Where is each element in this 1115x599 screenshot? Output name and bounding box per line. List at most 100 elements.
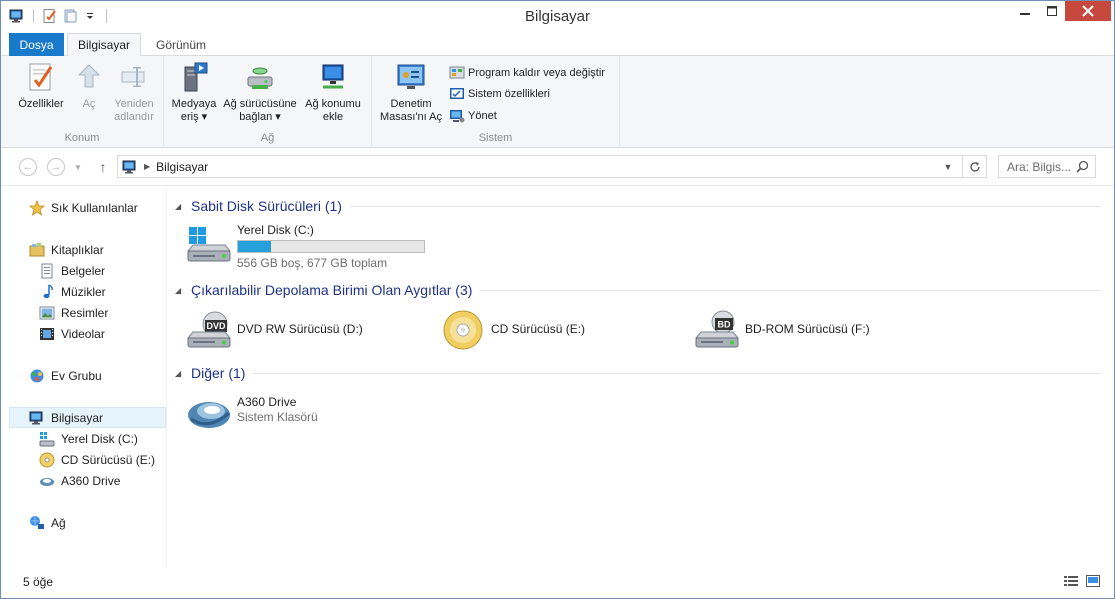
open-control-panel-button[interactable]: Denetim Masası'nı Aç — [376, 60, 446, 124]
up-arrow-icon: ↑ — [99, 159, 107, 175]
manage-button[interactable]: Yönet — [449, 108, 497, 124]
collapse-arrow-icon[interactable]: ◢ — [175, 286, 185, 295]
breadcrumb[interactable]: Bilgisayar — [156, 160, 208, 174]
minimize-button[interactable] — [1011, 1, 1039, 21]
navigation-pane: Sık Kullanılanlar Kitaplıklar Belgeler M… — [1, 187, 167, 568]
star-icon — [29, 199, 45, 216]
network-drive-icon — [244, 60, 276, 94]
search-placeholder: Ara: Bilgis... — [1007, 159, 1072, 174]
group-label-location: Konum — [64, 132, 100, 144]
nav-label: Bilgisayar — [51, 410, 104, 425]
group-header-hard-disks[interactable]: ◢ Sabit Disk Sürücüleri (1) — [175, 195, 1101, 217]
properties-button[interactable]: Özellikler — [13, 60, 69, 111]
system-properties-icon — [449, 86, 465, 102]
address-history-dropdown[interactable]: ▼ — [940, 156, 956, 177]
nav-label: CD Sürücüsü (E:) — [61, 452, 156, 467]
forward-arrow-icon: → — [47, 158, 65, 176]
local-disk-icon — [39, 431, 55, 447]
nav-item-documents[interactable]: Belgeler — [39, 260, 105, 281]
rename-label-line1: Yeniden — [114, 98, 154, 110]
recent-locations-button[interactable]: ▼ — [71, 157, 85, 177]
collapse-arrow-icon[interactable]: ◢ — [175, 369, 185, 378]
open-label: Aç — [82, 98, 96, 110]
collapse-arrow-icon[interactable]: ◢ — [175, 202, 185, 211]
drive-item-local-disk[interactable]: Yerel Disk (C:) 556 GB boş, 677 GB topla… — [185, 223, 425, 271]
nav-label: Videolar — [61, 326, 105, 341]
system-properties-button[interactable]: Sistem özellikleri — [449, 86, 550, 102]
uninstall-program-label: Program kaldır veya değiştir — [468, 67, 605, 79]
drive-name: BD-ROM Sürücüsü (F:) — [745, 322, 870, 336]
tab-file[interactable]: Dosya — [9, 33, 64, 56]
drive-item-dvd-rw[interactable]: DVD DVD RW Sürücüsü (D:) — [185, 308, 363, 352]
drive-item-bd-rom[interactable]: BD BD-ROM Sürücüsü (F:) — [693, 308, 870, 352]
computer-icon — [29, 410, 45, 426]
nav-item-network[interactable]: Ağ — [29, 512, 66, 533]
breadcrumb-separator-icon[interactable]: ▶ — [144, 162, 150, 171]
control-panel-label-line1: Denetim — [390, 98, 432, 110]
large-icons-view-icon — [1086, 575, 1100, 587]
drive-item-a360[interactable]: A360 Drive Sistem Klasörü — [185, 391, 318, 435]
group-header-removable[interactable]: ◢ Çıkarılabilir Depolama Birimi Olan Ayg… — [175, 279, 1101, 301]
title-bar: Bilgisayar — [1, 1, 1114, 32]
nav-item-pictures[interactable]: Resimler — [39, 302, 108, 323]
documents-icon — [39, 263, 55, 279]
map-drive-label-line2: bağlan ▾ — [239, 111, 281, 123]
group-location: Özellikler Aç Yeniden adlandır Konum — [1, 56, 164, 148]
group-divider — [253, 372, 1101, 374]
map-network-drive-button[interactable]: Ağ sürücüsüne bağlan ▾ — [220, 60, 300, 124]
drive-name: Yerel Disk (C:) — [237, 223, 314, 237]
group-title: Sabit Disk Sürücüleri (1) — [191, 198, 342, 214]
nav-item-computer[interactable]: Bilgisayar — [9, 407, 166, 428]
nav-label: A360 Drive — [61, 473, 121, 488]
details-view-button[interactable] — [1063, 574, 1079, 588]
nav-item-music[interactable]: Müzikler — [39, 281, 106, 302]
uninstall-program-button[interactable]: Program kaldır veya değiştir — [449, 65, 605, 81]
nav-item-videos[interactable]: Videolar — [39, 323, 105, 344]
videos-icon — [39, 326, 55, 342]
open-arrow-icon — [73, 60, 105, 94]
nav-label: Ev Grubu — [51, 368, 102, 383]
cd-drive-icon — [39, 452, 55, 468]
up-button[interactable]: ↑ — [93, 157, 113, 177]
open-button[interactable]: Aç — [71, 60, 107, 111]
back-button[interactable]: ← — [18, 157, 38, 177]
nav-item-favorites[interactable]: Sık Kullanılanlar — [29, 197, 138, 218]
group-network: Medyaya eriş ▾ Ağ sürücüsüne bağlan ▾ Ağ… — [164, 56, 372, 148]
drive-name: DVD RW Sürücüsü (D:) — [237, 322, 363, 336]
access-media-label-line1: Medyaya — [171, 98, 217, 110]
properties-icon — [25, 60, 57, 94]
nav-item-libraries[interactable]: Kitaplıklar — [29, 239, 104, 260]
nav-item-homegroup[interactable]: Ev Grubu — [29, 365, 102, 386]
nav-item-local-disk[interactable]: Yerel Disk (C:) — [39, 428, 138, 449]
refresh-button[interactable] — [962, 156, 986, 177]
rename-button[interactable]: Yeniden adlandır — [107, 60, 161, 124]
search-input[interactable]: Ara: Bilgis... — [998, 155, 1096, 178]
control-panel-icon — [395, 60, 427, 94]
navigation-bar: ← → ▼ ↑ ▶ Bilgisayar ▼ Ara: Bilgis... — [1, 148, 1114, 186]
control-panel-label-line2: Masası'nı Aç — [379, 111, 442, 123]
forward-button[interactable]: → — [46, 157, 66, 177]
back-arrow-icon: ← — [19, 158, 37, 176]
large-icons-view-button[interactable] — [1085, 574, 1101, 588]
pictures-icon — [39, 305, 55, 321]
tab-computer[interactable]: Bilgisayar — [67, 33, 141, 57]
media-server-icon — [178, 60, 210, 94]
add-network-location-button[interactable]: Ağ konumu ekle — [300, 60, 366, 124]
nav-label: Sık Kullanılanlar — [51, 200, 138, 215]
explorer-window: Bilgisayar Dosya Bilgisayar Görünüm ? — [0, 0, 1115, 599]
access-media-button[interactable]: Medyaya eriş ▾ — [168, 60, 220, 124]
search-icon — [1076, 160, 1089, 176]
nav-item-cd-drive[interactable]: CD Sürücüsü (E:) — [39, 449, 155, 470]
group-header-other[interactable]: ◢ Diğer (1) — [175, 362, 1101, 384]
drive-name: CD Sürücüsü (E:) — [491, 322, 586, 336]
close-button[interactable] — [1065, 1, 1111, 21]
nav-item-a360-drive[interactable]: A360 Drive — [39, 470, 120, 491]
system-properties-label: Sistem özellikleri — [468, 88, 550, 100]
homegroup-icon — [29, 368, 45, 384]
group-divider — [349, 205, 1101, 207]
nav-label: Müzikler — [61, 284, 106, 299]
maximize-button[interactable] — [1039, 1, 1065, 21]
tab-view[interactable]: Görünüm — [145, 33, 217, 56]
drive-item-cd[interactable]: CD Sürücüsü (E:) — [439, 308, 585, 352]
address-bar[interactable]: ▶ Bilgisayar ▼ — [117, 155, 987, 178]
